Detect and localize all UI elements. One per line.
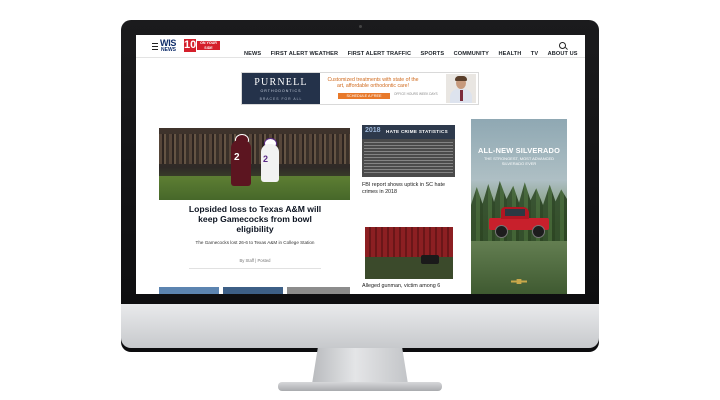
vehicle bbox=[421, 255, 439, 264]
football-field bbox=[159, 176, 350, 200]
thumbnail[interactable] bbox=[287, 287, 350, 294]
ad-small-text: OFFICE HOURS WEEK DAYS bbox=[394, 92, 438, 96]
sidead-subtitle: THE STRONGEST, MOST ADVANCED SILVERADO E… bbox=[483, 156, 555, 166]
logo-tagline: ON YOUR SIDE bbox=[197, 41, 220, 50]
hero-headline[interactable]: Lopsided loss to Texas A&M will keep Gam… bbox=[183, 204, 327, 234]
nav-item-sports[interactable]: SPORTS bbox=[421, 51, 445, 57]
stadium-ground bbox=[365, 257, 453, 279]
hero-image[interactable]: 2 2 bbox=[159, 128, 350, 200]
hero-byline: By Staff | Posted bbox=[239, 258, 271, 263]
hamburger-icon[interactable] bbox=[152, 43, 158, 50]
story-image-stadium[interactable] bbox=[365, 227, 453, 279]
image-title: HATE CRIME STATISTICS bbox=[386, 129, 448, 134]
monitor-base bbox=[278, 382, 442, 391]
ad-banner[interactable]: PURNELL ORTHODONTICS BRACES FOR ALL Cust… bbox=[241, 72, 479, 105]
thumbnail-strip bbox=[159, 287, 350, 294]
story-image-header: 2018 HATE CRIME STATISTICS bbox=[362, 125, 455, 139]
nav-item-tv[interactable]: TV bbox=[531, 51, 538, 57]
logo-news: NEWS bbox=[161, 47, 176, 53]
ad-brand-sub: ORTHODONTICS bbox=[260, 89, 302, 93]
ad-cta-button[interactable]: SCHEDULE A FREE CONSULTATION bbox=[338, 93, 390, 104]
player-white: 2 bbox=[261, 144, 279, 182]
nav-menu: NEWS FIRST ALERT WEATHER FIRST ALERT TRA… bbox=[244, 42, 583, 60]
ad-photo bbox=[446, 74, 476, 103]
nav-item-community[interactable]: COMMUNITY bbox=[454, 51, 489, 57]
nav-item-weather[interactable]: FIRST ALERT WEATHER bbox=[271, 51, 338, 57]
thumbnail[interactable] bbox=[159, 287, 219, 294]
nav-item-traffic[interactable]: FIRST ALERT TRAFFIC bbox=[348, 51, 412, 57]
crowd-background bbox=[159, 134, 350, 164]
image-year: 2018 bbox=[365, 127, 381, 134]
nav-item-news[interactable]: NEWS bbox=[244, 51, 261, 57]
ad-photo-tie bbox=[460, 90, 463, 101]
ad-brand-name: PURNELL bbox=[254, 77, 308, 88]
sidebar-ad-silverado[interactable]: ALL-NEW SILVERADO THE STRONGEST, MOST AD… bbox=[471, 119, 567, 294]
hero-card: Lopsided loss to Texas A&M will keep Gam… bbox=[179, 202, 331, 278]
sidead-title: ALL-NEW SILVERADO bbox=[477, 146, 561, 155]
nav-item-health[interactable]: HEALTH bbox=[498, 51, 521, 57]
nav-item-about[interactable]: ABOUT US bbox=[548, 51, 578, 57]
chevrolet-logo-icon bbox=[511, 279, 527, 284]
thumbnail[interactable] bbox=[223, 287, 283, 294]
website-screen: WIS NEWS 10 ON YOUR SIDE NEWS FIRST ALER… bbox=[136, 35, 585, 294]
story-headline[interactable]: FBI report shows uptick in SC hate crime… bbox=[362, 182, 456, 195]
monitor-chin bbox=[121, 304, 599, 348]
ad-photo-hair bbox=[455, 76, 467, 81]
divider bbox=[189, 268, 321, 269]
story-image-hate-crime[interactable]: 2018 HATE CRIME STATISTICS bbox=[362, 125, 455, 177]
ad-brand-sub2: BRACES FOR ALL bbox=[259, 97, 303, 101]
hero-story[interactable]: 2 2 Lopsided loss to Texas A&M will keep… bbox=[159, 128, 350, 294]
top-navigation: WIS NEWS 10 ON YOUR SIDE NEWS FIRST ALER… bbox=[136, 35, 585, 58]
ad-brand-block: PURNELL ORTHODONTICS BRACES FOR ALL bbox=[242, 73, 320, 104]
truck-image bbox=[489, 207, 549, 238]
story-headline[interactable]: Alleged gunman, victim among 6 bbox=[362, 283, 456, 290]
camera-icon bbox=[359, 25, 362, 28]
ad-text: Customized treatments with state of the … bbox=[327, 77, 419, 89]
monitor-stand bbox=[312, 348, 408, 384]
statistics-table-image bbox=[364, 142, 453, 175]
search-icon[interactable] bbox=[559, 42, 566, 49]
hero-subtitle: The Gamecocks lost 26-6 to Texas A&M in … bbox=[195, 240, 315, 245]
logo-channel: 10 bbox=[184, 39, 197, 52]
stadium-seats bbox=[365, 227, 453, 257]
player-maroon: 2 bbox=[231, 140, 251, 186]
site-logo[interactable]: WIS NEWS 10 ON YOUR SIDE bbox=[160, 39, 220, 53]
